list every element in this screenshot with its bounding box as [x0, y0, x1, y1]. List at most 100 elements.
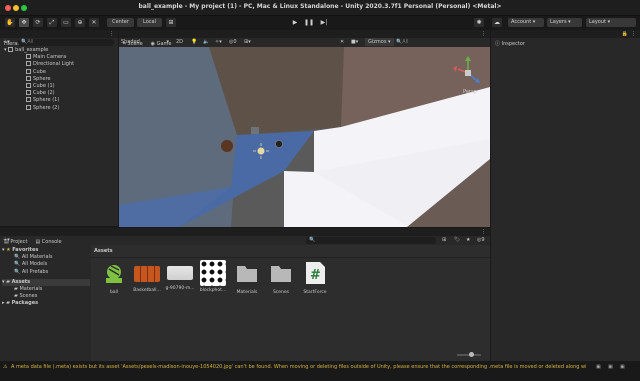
- hierarchy-item-cube-1[interactable]: Cube (1): [4, 83, 118, 90]
- add-icon[interactable]: +▾: [3, 39, 10, 45]
- asset-texture[interactable]: g-90790-m...: [165, 260, 195, 291]
- item-label: Sphere (2): [33, 104, 60, 111]
- hidden-packages-toggle[interactable]: ◎9: [477, 237, 485, 243]
- scene-view[interactable]: Persp: [119, 47, 490, 227]
- asset-label: Materials: [236, 290, 258, 295]
- asset-materials-folder[interactable]: Materials: [232, 260, 262, 295]
- zoom-slider-handle[interactable]: [469, 352, 474, 357]
- scene-search-input[interactable]: 🔍All: [396, 39, 476, 45]
- folder-item[interactable]: ▰ Scenes: [2, 293, 90, 300]
- asset-basketball[interactable]: Basketball...: [132, 260, 162, 293]
- assets-section[interactable]: ▾ ▰ Assets: [2, 278, 90, 287]
- pivot-center-button[interactable]: Center: [107, 18, 134, 27]
- folder-item[interactable]: ▰ Materials: [2, 286, 90, 293]
- shading-mode-dropdown[interactable]: Shaded ▾: [121, 39, 169, 45]
- asset-startforce-script[interactable]: # StartForce: [300, 260, 330, 295]
- directional-light-gizmo[interactable]: [257, 147, 265, 155]
- more-icon[interactable]: ⋮: [481, 31, 486, 37]
- search-by-label-icon[interactable]: 🏷: [454, 237, 460, 243]
- pivot-local-button[interactable]: Local: [137, 18, 162, 27]
- hidden-count: 0: [233, 39, 237, 45]
- step-icon[interactable]: ▶|: [319, 18, 329, 27]
- ball-thumbnail: [106, 265, 122, 283]
- hierarchy-item-sphere-1[interactable]: Sphere (1): [4, 97, 118, 104]
- asset-breadcrumb[interactable]: Assets: [91, 245, 490, 258]
- gizmos-dropdown[interactable]: Gizmos ▾: [365, 38, 394, 46]
- custom-tool-icon[interactable]: ✕: [89, 18, 99, 27]
- rotate-tool-icon[interactable]: ⟳: [33, 18, 43, 27]
- cache-icon[interactable]: ▣: [608, 364, 613, 370]
- hidden-objects-toggle[interactable]: ◎0: [229, 39, 237, 45]
- cube-object[interactable]: [251, 127, 259, 134]
- hierarchy-item-directional-light[interactable]: Directional Light: [4, 61, 118, 68]
- audio-icon[interactable]: 🔈: [203, 39, 209, 45]
- layers-label: Layers: [550, 19, 567, 25]
- notification-icon[interactable]: ▣: [620, 364, 625, 370]
- gameobject-icon: [26, 90, 31, 96]
- camera-icon[interactable]: ■▾: [351, 39, 358, 45]
- tab-inspector[interactable]: ⓘ Inspector: [491, 40, 529, 48]
- effects-icon[interactable]: ✧▾: [215, 39, 222, 45]
- basketball-thumbnail: [134, 266, 160, 282]
- scale-tool-icon[interactable]: ⤢: [47, 18, 57, 27]
- hierarchy-item-cube[interactable]: Cube: [4, 68, 118, 76]
- favorite-item[interactable]: 🔍 All Models: [2, 261, 90, 268]
- sphere-object[interactable]: [221, 140, 233, 152]
- hierarchy-item-sphere-2[interactable]: Sphere (2): [4, 104, 118, 112]
- camera-gizmo[interactable]: [275, 140, 283, 148]
- layout-dropdown[interactable]: Layout ▾: [586, 18, 636, 27]
- auto-generate-lighting-icon[interactable]: ▣: [596, 364, 601, 370]
- status-message[interactable]: A meta data file (.meta) exists but its …: [11, 364, 586, 370]
- tools-icon[interactable]: ✕: [340, 39, 344, 45]
- folder-icon: [271, 266, 291, 282]
- search-by-type-icon[interactable]: ⊞: [442, 237, 446, 243]
- hierarchy-item-main-camera[interactable]: Main Camera: [4, 54, 118, 61]
- hierarchy-item-sphere[interactable]: Sphere: [4, 75, 118, 83]
- favorite-star-icon[interactable]: ★: [466, 237, 470, 243]
- asset-ball[interactable]: ball: [99, 260, 129, 295]
- lock-icon[interactable]: 🔒: [622, 31, 628, 37]
- more-icon[interactable]: ⋮: [631, 31, 636, 37]
- asset-label: g-90790-m...: [165, 286, 195, 291]
- texture-thumbnail: [167, 266, 193, 280]
- hand-tool-icon[interactable]: ✋: [5, 18, 15, 27]
- layers-dropdown[interactable]: Layers ▾: [547, 18, 582, 27]
- project-search-input[interactable]: 🔍: [306, 237, 436, 244]
- 2d-toggle[interactable]: 2D: [176, 39, 183, 45]
- asset-label: blockphot...: [199, 288, 227, 293]
- transform-tool-icon[interactable]: ⊕: [75, 18, 85, 27]
- zoom-slider[interactable]: [457, 352, 481, 357]
- main-toolbar: ✋ ✥ ⟳ ⤢ ▭ ⊕ ✕ Center Local ⊞ ▶ ❚❚ ▶| ✺ ☁…: [0, 16, 640, 29]
- move-tool-icon[interactable]: ✥: [19, 18, 29, 27]
- chevron-down-icon[interactable]: ▾: [4, 47, 7, 53]
- hierarchy-root[interactable]: ▾ ball_example: [4, 47, 118, 54]
- account-label: Account: [511, 19, 532, 25]
- hierarchy-item-cube-2[interactable]: Cube (2): [4, 90, 118, 97]
- lighting-icon[interactable]: 💡: [191, 39, 197, 45]
- favorite-item[interactable]: 🔍 All Prefabs: [2, 269, 90, 276]
- play-icon[interactable]: ▶: [290, 18, 300, 27]
- item-label: Cube (2): [33, 90, 55, 97]
- asset-blockphoto[interactable]: blockphot...: [198, 260, 228, 293]
- folder-icon: ▰: [6, 300, 10, 307]
- grid-icon[interactable]: ⊞▾: [244, 39, 251, 45]
- collab-icon[interactable]: ✺: [474, 18, 484, 27]
- create-icon[interactable]: +▾: [3, 237, 10, 243]
- gameobject-icon: [26, 61, 31, 67]
- gizmos-label: Gizmos: [368, 39, 387, 45]
- asset-browser: Assets ball Basketball... g-90790-m... b…: [91, 245, 490, 361]
- project-panel: ▤ Project ▤ Console ⋮ +▾ 🔍 ⊞ 🏷 ★ ◎9 ▾ ★ F…: [0, 228, 490, 361]
- title-bar: ball_example - My project (1) - PC, Mac …: [0, 0, 640, 16]
- center-label: Center: [112, 19, 129, 25]
- cloud-icon[interactable]: ☁: [492, 18, 502, 27]
- grid-snap-icon[interactable]: ⊞: [166, 18, 176, 27]
- hierarchy-search-input[interactable]: 🔍All: [18, 39, 114, 46]
- pause-icon[interactable]: ❚❚: [304, 18, 314, 27]
- asset-scenes-folder[interactable]: Scenes: [266, 260, 296, 295]
- csharp-script-icon: #: [306, 262, 325, 284]
- packages-section[interactable]: ▸ ▰ Packages: [2, 300, 90, 307]
- account-dropdown[interactable]: Account ▾: [508, 18, 544, 27]
- more-icon[interactable]: ⋮: [109, 31, 114, 37]
- rect-tool-icon[interactable]: ▭: [61, 18, 71, 27]
- more-icon[interactable]: ⋮: [481, 229, 486, 235]
